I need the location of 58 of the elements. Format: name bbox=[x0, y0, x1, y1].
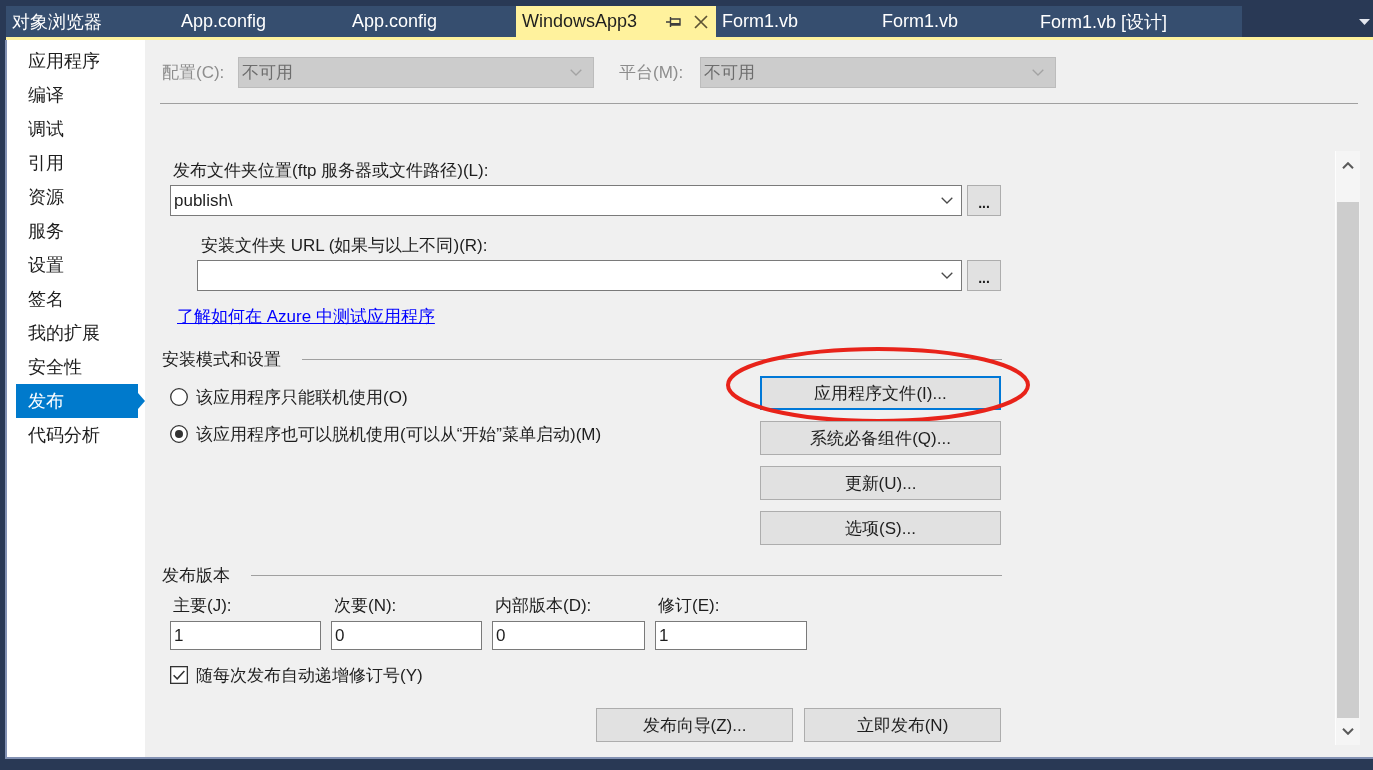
text-input[interactable]: 1 bbox=[655, 621, 807, 650]
field-label: 平台(M): bbox=[619, 62, 685, 84]
text-input[interactable]: 1 bbox=[170, 621, 321, 650]
nav-item[interactable]: 引用 bbox=[16, 146, 145, 180]
field-label: 内部版本(D): bbox=[495, 596, 592, 615]
chevron-down-icon[interactable] bbox=[941, 272, 953, 279]
option-label[interactable]: 该应用程序只能联机使用(O) bbox=[196, 385, 408, 409]
pin-icon[interactable] bbox=[666, 15, 681, 28]
push-button[interactable]: 更新(U)... bbox=[760, 466, 1001, 500]
option-label[interactable]: 该应用程序也可以脱机使用(可以从“开始”菜单启动)(M) bbox=[196, 422, 602, 446]
document-tab[interactable]: 对象浏览器 bbox=[6, 6, 175, 37]
radio-button[interactable] bbox=[170, 425, 188, 443]
field-label: 修订(E): bbox=[658, 596, 720, 615]
push-button[interactable]: 选项(S)... bbox=[760, 511, 1001, 545]
nav-item[interactable]: 安全性 bbox=[16, 350, 145, 384]
nav-item[interactable]: 设置 bbox=[16, 248, 145, 282]
push-button[interactable]: 系统必备组件(Q)... bbox=[760, 421, 1001, 455]
combo-field[interactable] bbox=[197, 260, 962, 291]
text-input[interactable]: 0 bbox=[492, 621, 645, 650]
document-tab[interactable]: App.config bbox=[175, 6, 346, 37]
nav-item[interactable]: 发布 bbox=[16, 384, 145, 418]
document-tab[interactable]: Form1.vb bbox=[716, 6, 876, 37]
field-label: 安装文件夹 URL (如果与以上不同)(R): bbox=[201, 235, 488, 257]
checkbox[interactable] bbox=[170, 666, 188, 684]
field-label: 配置(C): bbox=[162, 62, 226, 84]
browse-button[interactable]: ... bbox=[967, 185, 1001, 216]
group-title: 安装模式和设置 bbox=[162, 348, 281, 371]
chevron-down-icon[interactable] bbox=[941, 197, 953, 204]
nav-item[interactable]: 我的扩展 bbox=[16, 316, 145, 350]
combo-field[interactable]: publish\ bbox=[170, 185, 962, 216]
close-icon[interactable] bbox=[694, 14, 708, 29]
push-button[interactable]: 立即发布(N) bbox=[804, 708, 1001, 742]
scrollbar-thumb[interactable] bbox=[1337, 202, 1359, 718]
radio-button[interactable] bbox=[170, 388, 188, 406]
push-button[interactable]: 应用程序文件(I)... bbox=[760, 376, 1001, 410]
nav-item[interactable]: 应用程序 bbox=[16, 44, 145, 78]
chevron-up-icon[interactable] bbox=[1342, 161, 1354, 169]
document-tab[interactable]: App.config bbox=[346, 6, 516, 37]
field-label: 发布文件夹位置(ftp 服务器或文件路径)(L): bbox=[173, 160, 489, 182]
push-button[interactable]: 发布向导(Z)... bbox=[596, 708, 793, 742]
nav-item[interactable]: 服务 bbox=[16, 214, 145, 248]
field-label: 主要(J): bbox=[173, 596, 232, 615]
field-label: 次要(N): bbox=[334, 596, 397, 615]
checkbox-label[interactable]: 随每次发布自动递增修订号(Y) bbox=[196, 663, 423, 687]
nav-item[interactable]: 编译 bbox=[16, 78, 145, 112]
document-tab[interactable]: Form1.vb bbox=[876, 6, 1034, 37]
nav-item[interactable]: 资源 bbox=[16, 180, 145, 214]
document-tab[interactable]: Form1.vb [设计] bbox=[1034, 6, 1242, 37]
document-tab[interactable]: WindowsApp3 bbox=[516, 6, 716, 37]
help-link[interactable]: 了解如何在 Azure 中测试应用程序 bbox=[177, 306, 435, 328]
nav-item[interactable]: 调试 bbox=[16, 112, 145, 146]
group-title: 发布版本 bbox=[162, 564, 230, 587]
browse-button[interactable]: ... bbox=[967, 260, 1001, 291]
chevron-down-icon[interactable] bbox=[1342, 728, 1354, 735]
text-input[interactable]: 0 bbox=[331, 621, 482, 650]
nav-item[interactable]: 签名 bbox=[16, 282, 145, 316]
dropdown-icon[interactable] bbox=[1359, 18, 1370, 25]
nav-item[interactable]: 代码分析 bbox=[16, 418, 145, 452]
